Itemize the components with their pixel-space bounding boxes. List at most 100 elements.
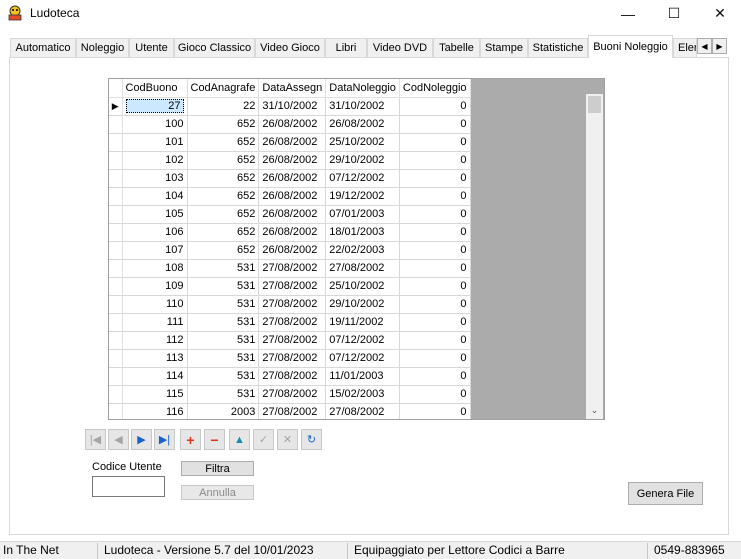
table-row[interactable]: 116 2003 27/08/2002 27/08/2002 0: [109, 403, 471, 419]
tab-automatico[interactable]: Automatico: [10, 38, 76, 57]
row-indicator[interactable]: [109, 187, 123, 206]
grid-cell-codanagrafe[interactable]: 652: [187, 223, 260, 242]
col-header-codnoleggio[interactable]: CodNoleggio: [399, 79, 471, 98]
grid-cell-dataassegn[interactable]: 27/08/2002: [258, 313, 327, 332]
grid-cell-codnoleggio[interactable]: 0: [399, 151, 471, 170]
nav-last-button[interactable]: ▶|: [154, 429, 175, 450]
tab-gioco-classico[interactable]: Gioco Classico: [174, 38, 255, 57]
grid-cell-codnoleggio[interactable]: 0: [399, 313, 471, 332]
table-row[interactable]: 115 531 27/08/2002 15/02/2003 0: [109, 385, 471, 404]
table-row[interactable]: 109 531 27/08/2002 25/10/2002 0: [109, 277, 471, 296]
grid-cell-codnoleggio[interactable]: 0: [399, 277, 471, 296]
row-indicator[interactable]: [109, 241, 123, 260]
row-indicator[interactable]: [109, 115, 123, 134]
grid-cell-dataassegn[interactable]: 26/08/2002: [258, 133, 327, 152]
grid-cell-datanoleggio[interactable]: 26/08/2002: [325, 115, 400, 134]
col-header-codbuono[interactable]: CodBuono: [122, 79, 188, 98]
grid-cell-dataassegn[interactable]: 27/08/2002: [258, 367, 327, 386]
nav-post-button[interactable]: ✓: [253, 429, 274, 450]
scroll-down-icon[interactable]: ⌄: [586, 402, 603, 419]
grid-cell-dataassegn[interactable]: 27/08/2002: [258, 331, 327, 350]
grid-cell-dataassegn[interactable]: 26/08/2002: [258, 205, 327, 224]
grid-cell-codanagrafe[interactable]: 22: [187, 97, 260, 116]
scrollbar-thumb[interactable]: [588, 96, 601, 113]
table-row[interactable]: 106 652 26/08/2002 18/01/2003 0: [109, 223, 471, 242]
grid-cell-codbuono[interactable]: 27: [122, 97, 188, 116]
grid-cell-datanoleggio[interactable]: 11/01/2003: [325, 367, 400, 386]
nav-cancel-button[interactable]: ✕: [277, 429, 298, 450]
grid-cell-codbuono[interactable]: 103: [122, 169, 188, 188]
grid-cell-codnoleggio[interactable]: 0: [399, 259, 471, 278]
nav-first-button[interactable]: |◀: [85, 429, 106, 450]
grid-cell-codanagrafe[interactable]: 652: [187, 169, 260, 188]
row-indicator[interactable]: [109, 295, 123, 314]
grid-cell-codanagrafe[interactable]: 652: [187, 133, 260, 152]
tab-statistiche[interactable]: Statistiche: [528, 38, 588, 57]
tab-elenco[interactable]: Elen: [673, 38, 697, 57]
table-row[interactable]: 108 531 27/08/2002 27/08/2002 0: [109, 259, 471, 278]
grid-cell-datanoleggio[interactable]: 07/12/2002: [325, 349, 400, 368]
grid-cell-codanagrafe[interactable]: 652: [187, 187, 260, 206]
tab-libri[interactable]: Libri: [325, 38, 367, 57]
grid-cell-datanoleggio[interactable]: 07/12/2002: [325, 169, 400, 188]
table-row[interactable]: 105 652 26/08/2002 07/01/2003 0: [109, 205, 471, 224]
grid-cell-dataassegn[interactable]: 26/08/2002: [258, 241, 327, 260]
row-indicator[interactable]: [109, 259, 123, 278]
table-row[interactable]: ▶ 27 22 31/10/2002 31/10/2002 0: [109, 97, 471, 116]
grid-cell-codbuono[interactable]: 112: [122, 331, 188, 350]
grid-cell-codanagrafe[interactable]: 531: [187, 295, 260, 314]
tab-buoni-noleggio[interactable]: Buoni Noleggio: [588, 35, 673, 58]
buoni-grid[interactable]: CodBuono CodAnagrafe DataAssegn DataNole…: [108, 78, 605, 420]
row-indicator[interactable]: [109, 133, 123, 152]
grid-cell-datanoleggio[interactable]: 07/01/2003: [325, 205, 400, 224]
grid-cell-dataassegn[interactable]: 26/08/2002: [258, 187, 327, 206]
grid-cell-datanoleggio[interactable]: 27/08/2002: [325, 259, 400, 278]
grid-cell-dataassegn[interactable]: 26/08/2002: [258, 151, 327, 170]
row-indicator[interactable]: [109, 151, 123, 170]
filtra-button[interactable]: Filtra: [181, 461, 254, 476]
grid-cell-codanagrafe[interactable]: 2003: [187, 403, 260, 419]
row-indicator[interactable]: [109, 403, 123, 419]
grid-cell-codbuono[interactable]: 106: [122, 223, 188, 242]
row-indicator[interactable]: [109, 385, 123, 404]
table-row[interactable]: 112 531 27/08/2002 07/12/2002 0: [109, 331, 471, 350]
grid-cell-datanoleggio[interactable]: 19/12/2002: [325, 187, 400, 206]
grid-cell-datanoleggio[interactable]: 29/10/2002: [325, 151, 400, 170]
annulla-button[interactable]: Annulla: [181, 485, 254, 500]
col-header-datanoleggio[interactable]: DataNoleggio: [325, 79, 400, 98]
grid-cell-datanoleggio[interactable]: 29/10/2002: [325, 295, 400, 314]
table-row[interactable]: 114 531 27/08/2002 11/01/2003 0: [109, 367, 471, 386]
grid-cell-codanagrafe[interactable]: 531: [187, 277, 260, 296]
grid-cell-datanoleggio[interactable]: 25/10/2002: [325, 133, 400, 152]
grid-cell-codanagrafe[interactable]: 652: [187, 205, 260, 224]
row-indicator[interactable]: [109, 205, 123, 224]
grid-cell-datanoleggio[interactable]: 07/12/2002: [325, 331, 400, 350]
table-row[interactable]: 107 652 26/08/2002 22/02/2003 0: [109, 241, 471, 260]
tab-scroll-left-button[interactable]: ◀: [697, 38, 712, 54]
grid-cell-codbuono[interactable]: 105: [122, 205, 188, 224]
nav-insert-button[interactable]: +: [180, 429, 201, 450]
grid-cell-codnoleggio[interactable]: 0: [399, 331, 471, 350]
nav-edit-button[interactable]: ▲: [229, 429, 250, 450]
tab-stampe[interactable]: Stampe: [480, 38, 528, 57]
row-indicator[interactable]: [109, 331, 123, 350]
grid-cell-codanagrafe[interactable]: 652: [187, 241, 260, 260]
grid-cell-codnoleggio[interactable]: 0: [399, 241, 471, 260]
tab-video-dvd[interactable]: Video DVD: [367, 38, 433, 57]
grid-cell-dataassegn[interactable]: 27/08/2002: [258, 385, 327, 404]
table-row[interactable]: 110 531 27/08/2002 29/10/2002 0: [109, 295, 471, 314]
grid-cell-datanoleggio[interactable]: 18/01/2003: [325, 223, 400, 242]
table-row[interactable]: 111 531 27/08/2002 19/11/2002 0: [109, 313, 471, 332]
grid-cell-datanoleggio[interactable]: 25/10/2002: [325, 277, 400, 296]
row-indicator[interactable]: [109, 169, 123, 188]
grid-cell-codanagrafe[interactable]: 531: [187, 385, 260, 404]
grid-cell-codbuono[interactable]: 102: [122, 151, 188, 170]
grid-cell-codbuono[interactable]: 113: [122, 349, 188, 368]
grid-cell-codnoleggio[interactable]: 0: [399, 133, 471, 152]
grid-cell-codbuono[interactable]: 107: [122, 241, 188, 260]
tab-utente[interactable]: Utente: [129, 38, 174, 57]
grid-cell-codbuono[interactable]: 108: [122, 259, 188, 278]
nav-next-button[interactable]: ▶: [131, 429, 152, 450]
nav-delete-button[interactable]: −: [204, 429, 225, 450]
grid-cell-codanagrafe[interactable]: 531: [187, 313, 260, 332]
